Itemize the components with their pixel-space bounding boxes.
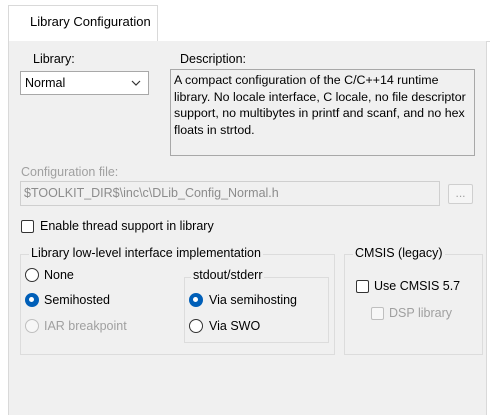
library-select[interactable]: Normal [20, 71, 149, 95]
radio-iar-breakpoint [25, 319, 39, 333]
config-file-field: $TOOLKIT_DIR$\inc\c\DLib_Config_Normal.h [20, 181, 440, 206]
radio-via-semihosting-label: Via semihosting [209, 293, 298, 307]
radio-via-semihosting[interactable] [189, 293, 203, 307]
browse-button-label: ... [455, 186, 466, 200]
chevron-down-icon [131, 80, 141, 86]
use-cmsis-checkbox[interactable] [356, 280, 369, 293]
radio-iar-breakpoint-label: IAR breakpoint [44, 319, 127, 333]
config-file-label: Configuration file: [21, 165, 119, 179]
description-box: A compact configuration of the C/C++14 r… [170, 69, 475, 156]
thread-support-checkbox[interactable] [21, 220, 34, 233]
library-selected-value: Normal [25, 76, 66, 90]
config-file-value: $TOOLKIT_DIR$\inc\c\DLib_Config_Normal.h [24, 186, 279, 200]
description-text: A compact configuration of the C/C++14 r… [174, 73, 466, 137]
stdout-group-title: stdout/stderr [191, 268, 265, 282]
radio-via-swo[interactable] [189, 319, 203, 333]
description-label: Description: [180, 52, 246, 66]
library-label: Library: [33, 52, 75, 66]
use-cmsis-label: Use CMSIS 5.7 [374, 279, 461, 293]
dsp-library-label: DSP library [389, 306, 452, 320]
low-level-group-title: Library low-level interface implementati… [29, 246, 263, 260]
cmsis-group [344, 254, 483, 355]
radio-via-swo-label: Via SWO [209, 319, 261, 333]
radio-none-label: None [44, 268, 74, 282]
dsp-library-checkbox [371, 307, 384, 320]
radio-none[interactable] [25, 268, 39, 282]
tab-library-configuration[interactable]: Library Configuration [8, 5, 158, 41]
thread-support-label: Enable thread support in library [40, 219, 214, 233]
radio-semihosted[interactable] [25, 293, 39, 307]
cmsis-group-title: CMSIS (legacy) [353, 246, 445, 260]
browse-button: ... [448, 184, 473, 204]
tab-label: Library Configuration [30, 14, 151, 29]
radio-semihosted-label: Semihosted [44, 293, 111, 307]
stdout-group [184, 277, 329, 343]
